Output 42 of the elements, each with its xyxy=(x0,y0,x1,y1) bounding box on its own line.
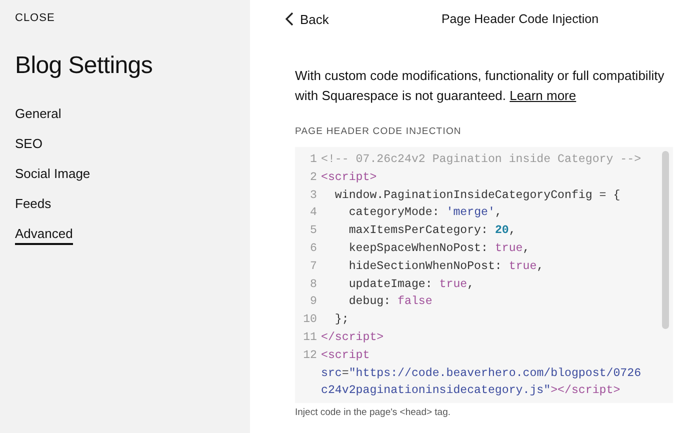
code-editor[interactable] xyxy=(295,147,673,403)
warning-text: With custom code modifications, functionality or full compatibility with Squarespace is not guaranteed. Learn more xyxy=(295,67,666,105)
code-line: <script> xyxy=(321,170,377,186)
field-label: PAGE HEADER CODE INJECTION xyxy=(295,126,462,137)
code-line: categoryMode: 'merge', xyxy=(348,205,502,222)
code-line: src="https://code.beaverhero.com/blogpost/0726 xyxy=(321,366,642,382)
sidebar-title: Blog Settings xyxy=(15,52,153,80)
line-number: 6 xyxy=(309,240,318,257)
line-number: 12 xyxy=(302,348,318,364)
code-line: <!-- 07.26c24v2 Pagination inside Category --> xyxy=(321,152,642,168)
scrollbar[interactable] xyxy=(662,151,669,329)
code-line: <script xyxy=(321,348,370,364)
code-line: maxItemsPerCategory: 20, xyxy=(348,223,516,240)
line-number: 8 xyxy=(309,276,318,293)
field-hint: Inject code in the page's <head> tag. xyxy=(295,407,452,418)
nav-item[interactable]: Advanced xyxy=(15,226,73,245)
line-number: 10 xyxy=(302,312,318,328)
nav-item[interactable]: SEO xyxy=(15,136,42,155)
nav-item[interactable]: Feeds xyxy=(15,196,52,215)
nav-item[interactable]: Social Image xyxy=(15,166,90,185)
line-number: 1 xyxy=(309,152,318,168)
line-number: 9 xyxy=(309,294,318,310)
line-number: 3 xyxy=(309,188,318,204)
chevron-left-icon xyxy=(285,12,294,26)
code-line: debug: false xyxy=(348,294,432,310)
close-button[interactable]: CLOSE xyxy=(15,12,55,24)
code-line: updateImage: true, xyxy=(348,276,474,293)
learn-more-link[interactable]: Learn more xyxy=(510,88,576,103)
line-number: 7 xyxy=(309,258,318,275)
line-number: 5 xyxy=(309,223,318,240)
back-button[interactable]: Back xyxy=(285,12,329,26)
code-line: c24v2paginationinsidecategory.js"></script> xyxy=(321,383,620,400)
code-line: window.PaginationInsideCategoryConfig = { xyxy=(334,188,620,204)
code-line: </script> xyxy=(321,330,384,346)
page-title: Page Header Code Injection xyxy=(440,12,600,26)
line-number: 2 xyxy=(309,170,318,186)
nav-item[interactable]: General xyxy=(15,106,62,125)
line-number: 4 xyxy=(309,205,318,222)
code-line: keepSpaceWhenNoPost: true, xyxy=(348,240,530,257)
line-number: 11 xyxy=(302,330,318,346)
code-line: }; xyxy=(334,312,349,328)
code-line: hideSectionWhenNoPost: true, xyxy=(348,258,544,275)
